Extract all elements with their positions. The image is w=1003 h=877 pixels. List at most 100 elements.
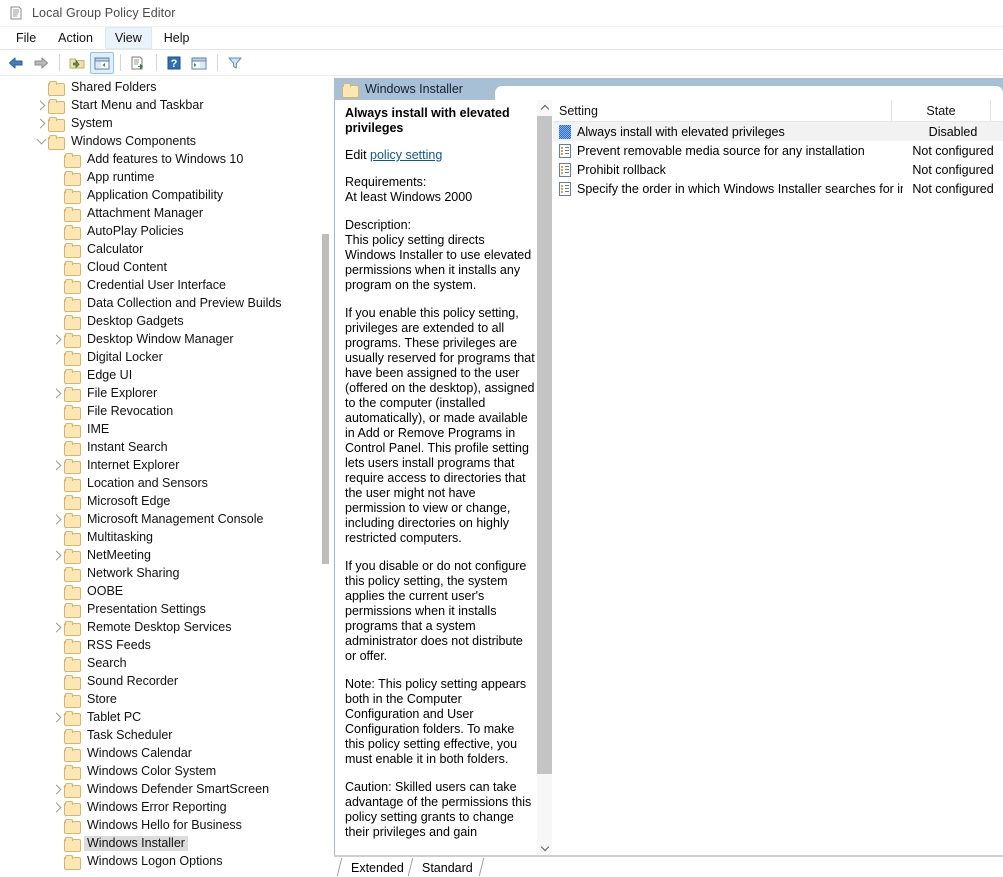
folder-icon	[64, 656, 81, 672]
tree-item-file-revocation[interactable]: File Revocation	[0, 402, 319, 420]
folder-icon	[64, 152, 81, 168]
table-row[interactable]: Prohibit rollback Not configured	[553, 160, 1003, 179]
tree-item-windows-error-reporting[interactable]: Windows Error Reporting	[0, 798, 319, 816]
tree-twisty-empty	[50, 582, 64, 600]
tree-item-network-sharing[interactable]: Network Sharing	[0, 564, 319, 582]
scroll-up-icon[interactable]	[537, 100, 552, 115]
tree-item-label: Windows Logon Options	[87, 853, 223, 868]
show-hide-console-tree-icon[interactable]	[90, 51, 114, 74]
menu-help[interactable]: Help	[154, 27, 200, 49]
cell-state: Not configured	[912, 143, 994, 158]
tree-item-windows-components[interactable]: Windows Components	[0, 132, 319, 150]
tree-twisty-empty	[50, 744, 64, 762]
scroll-down-icon[interactable]	[537, 840, 552, 855]
tree-item-label: Edge UI	[87, 367, 133, 382]
tree-item-calculator[interactable]: Calculator	[0, 240, 319, 258]
filter-icon[interactable]	[223, 52, 247, 74]
tree-item-location-and-sensors[interactable]: Location and Sensors	[0, 474, 319, 492]
tree-item-app-runtime[interactable]: App runtime	[0, 168, 319, 186]
chevron-down-icon[interactable]	[34, 132, 48, 150]
table-row[interactable]: Always install with elevated privileges D…	[553, 122, 1003, 141]
tree-item-windows-calendar[interactable]: Windows Calendar	[0, 744, 319, 762]
tree-item-windows-color-system[interactable]: Windows Color System	[0, 762, 319, 780]
chevron-right-icon[interactable]	[50, 330, 64, 348]
tree-item-windows-logon-options[interactable]: Windows Logon Options	[0, 852, 319, 870]
tree-item-oobe[interactable]: OOBE	[0, 582, 319, 600]
up-one-level-icon[interactable]	[65, 52, 89, 74]
tree-item-system[interactable]: System	[0, 114, 319, 132]
column-header-state[interactable]: State	[891, 100, 991, 122]
folder-icon	[64, 674, 81, 690]
tree-item-digital-locker[interactable]: Digital Locker	[0, 348, 319, 366]
tree-item-task-scheduler[interactable]: Task Scheduler	[0, 726, 319, 744]
forward-icon[interactable]	[29, 52, 53, 74]
chevron-right-icon[interactable]	[50, 510, 64, 528]
tree-item-windows-hello-for-business[interactable]: Windows Hello for Business	[0, 816, 319, 834]
menu-view[interactable]: View	[104, 27, 152, 49]
tree-item-ime[interactable]: IME	[0, 420, 319, 438]
description-paragraph: If you enable this policy setting, privi…	[345, 306, 535, 545]
tree-scrollbar[interactable]	[320, 78, 333, 877]
window-title: Local Group Policy Editor	[32, 6, 176, 20]
table-row[interactable]: Prevent removable media source for any i…	[553, 141, 1003, 160]
tab-standard[interactable]: Standard	[413, 857, 482, 877]
folder-icon	[48, 98, 65, 114]
chevron-right-icon[interactable]	[50, 384, 64, 402]
tree-item-multitasking[interactable]: Multitasking	[0, 528, 319, 546]
detail-scroll-thumb[interactable]	[537, 116, 552, 774]
tree-item-search[interactable]: Search	[0, 654, 319, 672]
tree-item-add-features-to-windows-10[interactable]: Add features to Windows 10	[0, 150, 319, 168]
menu-file[interactable]: File	[6, 27, 46, 49]
tree-item-microsoft-management-console[interactable]: Microsoft Management Console	[0, 510, 319, 528]
chevron-right-icon[interactable]	[50, 618, 64, 636]
tree-item-credential-user-interface[interactable]: Credential User Interface	[0, 276, 319, 294]
tree-item-sound-recorder[interactable]: Sound Recorder	[0, 672, 319, 690]
tree-item-store[interactable]: Store	[0, 690, 319, 708]
tree-item-internet-explorer[interactable]: Internet Explorer	[0, 456, 319, 474]
chevron-right-icon[interactable]	[50, 546, 64, 564]
tree-item-data-collection-and-preview-builds[interactable]: Data Collection and Preview Builds	[0, 294, 319, 312]
tree-item-windows-defender-smartscreen[interactable]: Windows Defender SmartScreen	[0, 780, 319, 798]
folder-icon	[64, 548, 81, 564]
policy-setting-icon	[559, 181, 571, 196]
chevron-right-icon[interactable]	[50, 780, 64, 798]
table-row[interactable]: Specify the order in which Windows Insta…	[553, 179, 1003, 198]
tree-item-shared-folders[interactable]: Shared Folders	[0, 78, 319, 96]
tree-item-windows-installer[interactable]: Windows Installer	[0, 834, 319, 852]
tab-extended[interactable]: Extended	[342, 857, 413, 877]
detail-scrollbar[interactable]	[537, 100, 552, 855]
chevron-right-icon[interactable]	[34, 96, 48, 114]
policy-setting-link[interactable]: policy setting	[370, 148, 442, 162]
chevron-right-icon[interactable]	[50, 708, 64, 726]
chevron-right-icon[interactable]	[50, 456, 64, 474]
back-icon[interactable]	[4, 52, 28, 74]
tree-item-remote-desktop-services[interactable]: Remote Desktop Services	[0, 618, 319, 636]
tree-item-presentation-settings[interactable]: Presentation Settings	[0, 600, 319, 618]
tree-item-label: Digital Locker	[87, 349, 163, 364]
export-list-icon[interactable]	[126, 52, 150, 74]
tree-item-cloud-content[interactable]: Cloud Content	[0, 258, 319, 276]
help-icon[interactable]: ?	[162, 52, 186, 74]
tree-item-tablet-pc[interactable]: Tablet PC	[0, 708, 319, 726]
tree-item-desktop-window-manager[interactable]: Desktop Window Manager	[0, 330, 319, 348]
tree-item-edge-ui[interactable]: Edge UI	[0, 366, 319, 384]
tree-item-desktop-gadgets[interactable]: Desktop Gadgets	[0, 312, 319, 330]
tree-item-application-compatibility[interactable]: Application Compatibility	[0, 186, 319, 204]
description-paragraph: If you disable or do not configure this …	[345, 559, 527, 663]
tree-item-microsoft-edge[interactable]: Microsoft Edge	[0, 492, 319, 510]
chevron-right-icon[interactable]	[34, 114, 48, 132]
menu-action[interactable]: Action	[48, 27, 103, 49]
tree-item-netmeeting[interactable]: NetMeeting	[0, 546, 319, 564]
tree-twisty-empty	[50, 654, 64, 672]
tree-scroll-thumb[interactable]	[322, 234, 329, 564]
chevron-right-icon[interactable]	[50, 798, 64, 816]
tree-item-autoplay-policies[interactable]: AutoPlay Policies	[0, 222, 319, 240]
tree-item-attachment-manager[interactable]: Attachment Manager	[0, 204, 319, 222]
show-hide-action-pane-icon[interactable]	[187, 52, 211, 74]
console-tree[interactable]: Shared Folders Start Menu and Taskbar Syst…	[0, 78, 320, 877]
tree-item-file-explorer[interactable]: File Explorer	[0, 384, 319, 402]
column-header-setting[interactable]: Setting	[553, 100, 891, 122]
tree-item-rss-feeds[interactable]: RSS Feeds	[0, 636, 319, 654]
tree-item-instant-search[interactable]: Instant Search	[0, 438, 319, 456]
tree-item-start-menu-and-taskbar[interactable]: Start Menu and Taskbar	[0, 96, 319, 114]
